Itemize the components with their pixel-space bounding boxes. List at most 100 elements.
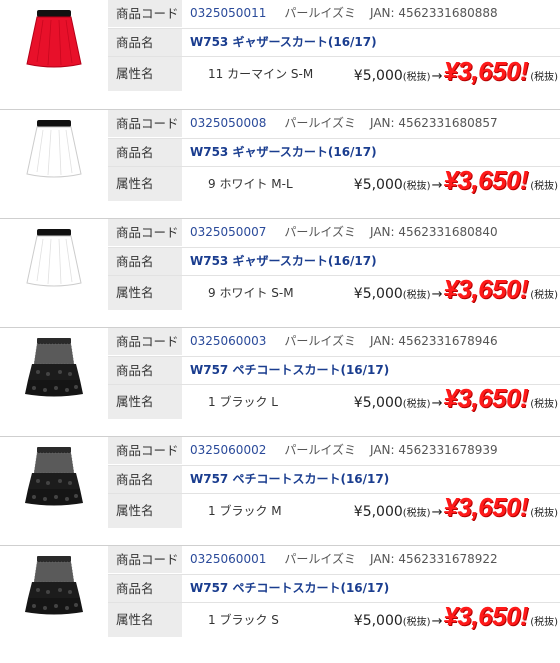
name-row: 商品名 W753 ギャザースカート(16/17) bbox=[108, 28, 560, 56]
jan-number: 4562331678922 bbox=[398, 552, 498, 566]
attr-label: 属性名 bbox=[108, 167, 182, 201]
code-label: 商品コード bbox=[108, 110, 182, 137]
sale-price: ¥3,650! bbox=[443, 383, 529, 413]
product-item: 商品コード 0325060003 パールイズミ JAN: 4562331678946… bbox=[0, 327, 560, 436]
original-price: ¥5,000 bbox=[353, 504, 403, 520]
brand-name: パールイズミ bbox=[284, 334, 356, 348]
original-tax-note: (税抜) bbox=[402, 617, 431, 628]
product-code: 0325060003 bbox=[190, 334, 267, 348]
name-row: 商品名 W757 ペチコートスカート(16/17) bbox=[108, 465, 560, 493]
name-label: 商品名 bbox=[108, 29, 182, 56]
arrow-icon: → bbox=[431, 69, 443, 84]
product-attribute: 1 ブラック S bbox=[208, 613, 279, 627]
product-code: 0325050008 bbox=[190, 116, 267, 130]
name-label: 商品名 bbox=[108, 575, 182, 602]
jan-code: JAN: 4562331680888 bbox=[370, 6, 498, 20]
code-value-group: 0325050007 パールイズミ JAN: 4562331680840 bbox=[190, 219, 498, 246]
jan-code: JAN: 4562331678946 bbox=[370, 334, 498, 348]
attr-label: 属性名 bbox=[108, 603, 182, 637]
brand-name: パールイズミ bbox=[284, 225, 356, 239]
original-tax-note: (税抜) bbox=[402, 290, 431, 301]
black-petticoat-skirt-icon bbox=[25, 338, 83, 397]
price-block: ¥5,000 (税抜) → ¥3,650! (税抜) bbox=[354, 492, 558, 523]
arrow-icon: → bbox=[431, 505, 443, 520]
jan-number: 4562331678939 bbox=[398, 443, 498, 457]
code-row: 商品コード 0325060003 パールイズミ JAN: 4562331678946 bbox=[108, 328, 560, 355]
attr-label: 属性名 bbox=[108, 494, 182, 528]
jan-prefix: JAN: bbox=[370, 552, 399, 566]
brand-name: パールイズミ bbox=[284, 552, 356, 566]
jan-prefix: JAN: bbox=[370, 116, 399, 130]
black-petticoat-skirt-icon bbox=[25, 556, 83, 615]
code-value-group: 0325060002 パールイズミ JAN: 4562331678939 bbox=[190, 437, 498, 464]
product-thumbnail[interactable] bbox=[0, 546, 108, 655]
jan-prefix: JAN: bbox=[370, 6, 399, 20]
product-attribute: 9 ホワイト M-L bbox=[208, 177, 293, 191]
code-label: 商品コード bbox=[108, 219, 182, 246]
product-thumbnail[interactable] bbox=[0, 0, 108, 109]
sale-price: ¥3,650! bbox=[443, 492, 529, 522]
product-thumbnail[interactable] bbox=[0, 219, 108, 328]
product-name[interactable]: W753 ギャザースカート(16/17) bbox=[190, 35, 377, 49]
brand-name: パールイズミ bbox=[284, 116, 356, 130]
attr-label: 属性名 bbox=[108, 385, 182, 419]
price-block: ¥5,000 (税抜) → ¥3,650! (税抜) bbox=[354, 601, 558, 632]
original-tax-note: (税抜) bbox=[402, 399, 431, 410]
product-attribute: 1 ブラック M bbox=[208, 504, 282, 518]
arrow-icon: → bbox=[431, 178, 443, 193]
sale-tax-note: (税抜) bbox=[530, 399, 558, 410]
product-name[interactable]: W757 ペチコートスカート(16/17) bbox=[190, 581, 389, 595]
price-block: ¥5,000 (税抜) → ¥3,650! (税抜) bbox=[354, 56, 558, 87]
code-row: 商品コード 0325050011 パールイズミ JAN: 4562331680888 bbox=[108, 0, 560, 27]
code-value-group: 0325060001 パールイズミ JAN: 4562331678922 bbox=[190, 546, 498, 573]
product-item: 商品コード 0325050007 パールイズミ JAN: 4562331680840… bbox=[0, 218, 560, 327]
sale-tax-note: (税抜) bbox=[530, 290, 558, 301]
jan-number: 4562331678946 bbox=[398, 334, 498, 348]
original-tax-note: (税抜) bbox=[402, 508, 431, 519]
brand-name: パールイズミ bbox=[284, 443, 356, 457]
product-name[interactable]: W757 ペチコートスカート(16/17) bbox=[190, 363, 389, 377]
code-label: 商品コード bbox=[108, 546, 182, 573]
jan-prefix: JAN: bbox=[370, 225, 399, 239]
product-code: 0325060002 bbox=[190, 443, 267, 457]
sale-tax-note: (税抜) bbox=[530, 72, 558, 83]
attr-label: 属性名 bbox=[108, 276, 182, 310]
product-item: 商品コード 0325050011 パールイズミ JAN: 4562331680888… bbox=[0, 0, 560, 109]
product-code: 0325050007 bbox=[190, 225, 267, 239]
product-list: 商品コード 0325050011 パールイズミ JAN: 4562331680888… bbox=[0, 0, 560, 654]
product-item: 商品コード 0325060002 パールイズミ JAN: 4562331678939… bbox=[0, 436, 560, 545]
jan-number: 4562331680888 bbox=[398, 6, 498, 20]
code-value-group: 0325050011 パールイズミ JAN: 4562331680888 bbox=[190, 0, 498, 27]
code-value-group: 0325050008 パールイズミ JAN: 4562331680857 bbox=[190, 110, 498, 137]
code-label: 商品コード bbox=[108, 437, 182, 464]
name-row: 商品名 W757 ペチコートスカート(16/17) bbox=[108, 356, 560, 384]
jan-number: 4562331680857 bbox=[398, 116, 498, 130]
name-label: 商品名 bbox=[108, 466, 182, 493]
code-row: 商品コード 0325050008 パールイズミ JAN: 4562331680857 bbox=[108, 110, 560, 137]
black-petticoat-skirt-icon bbox=[25, 447, 83, 506]
sale-tax-note: (税抜) bbox=[530, 617, 558, 628]
white-gather-skirt-icon bbox=[26, 120, 82, 178]
sale-tax-note: (税抜) bbox=[530, 508, 558, 519]
red-gather-skirt-icon bbox=[26, 10, 82, 68]
sale-tax-note: (税抜) bbox=[530, 181, 558, 192]
original-price: ¥5,000 bbox=[353, 177, 403, 193]
product-thumbnail[interactable] bbox=[0, 328, 108, 437]
name-label: 商品名 bbox=[108, 139, 182, 166]
product-attribute: 9 ホワイト S-M bbox=[208, 286, 294, 300]
jan-code: JAN: 4562331680840 bbox=[370, 225, 498, 239]
code-value-group: 0325060003 パールイズミ JAN: 4562331678946 bbox=[190, 328, 498, 355]
product-name[interactable]: W757 ペチコートスカート(16/17) bbox=[190, 472, 389, 486]
product-code: 0325050011 bbox=[190, 6, 267, 20]
original-price: ¥5,000 bbox=[353, 286, 403, 302]
product-name[interactable]: W753 ギャザースカート(16/17) bbox=[190, 145, 377, 159]
product-attribute: 11 カーマイン S-M bbox=[208, 67, 314, 81]
price-block: ¥5,000 (税抜) → ¥3,650! (税抜) bbox=[354, 383, 558, 414]
code-label: 商品コード bbox=[108, 328, 182, 355]
name-label: 商品名 bbox=[108, 357, 182, 384]
name-row: 商品名 W757 ペチコートスカート(16/17) bbox=[108, 574, 560, 602]
product-attribute: 1 ブラック L bbox=[208, 395, 278, 409]
product-thumbnail[interactable] bbox=[0, 110, 108, 219]
product-thumbnail[interactable] bbox=[0, 437, 108, 546]
product-name[interactable]: W753 ギャザースカート(16/17) bbox=[190, 254, 377, 268]
